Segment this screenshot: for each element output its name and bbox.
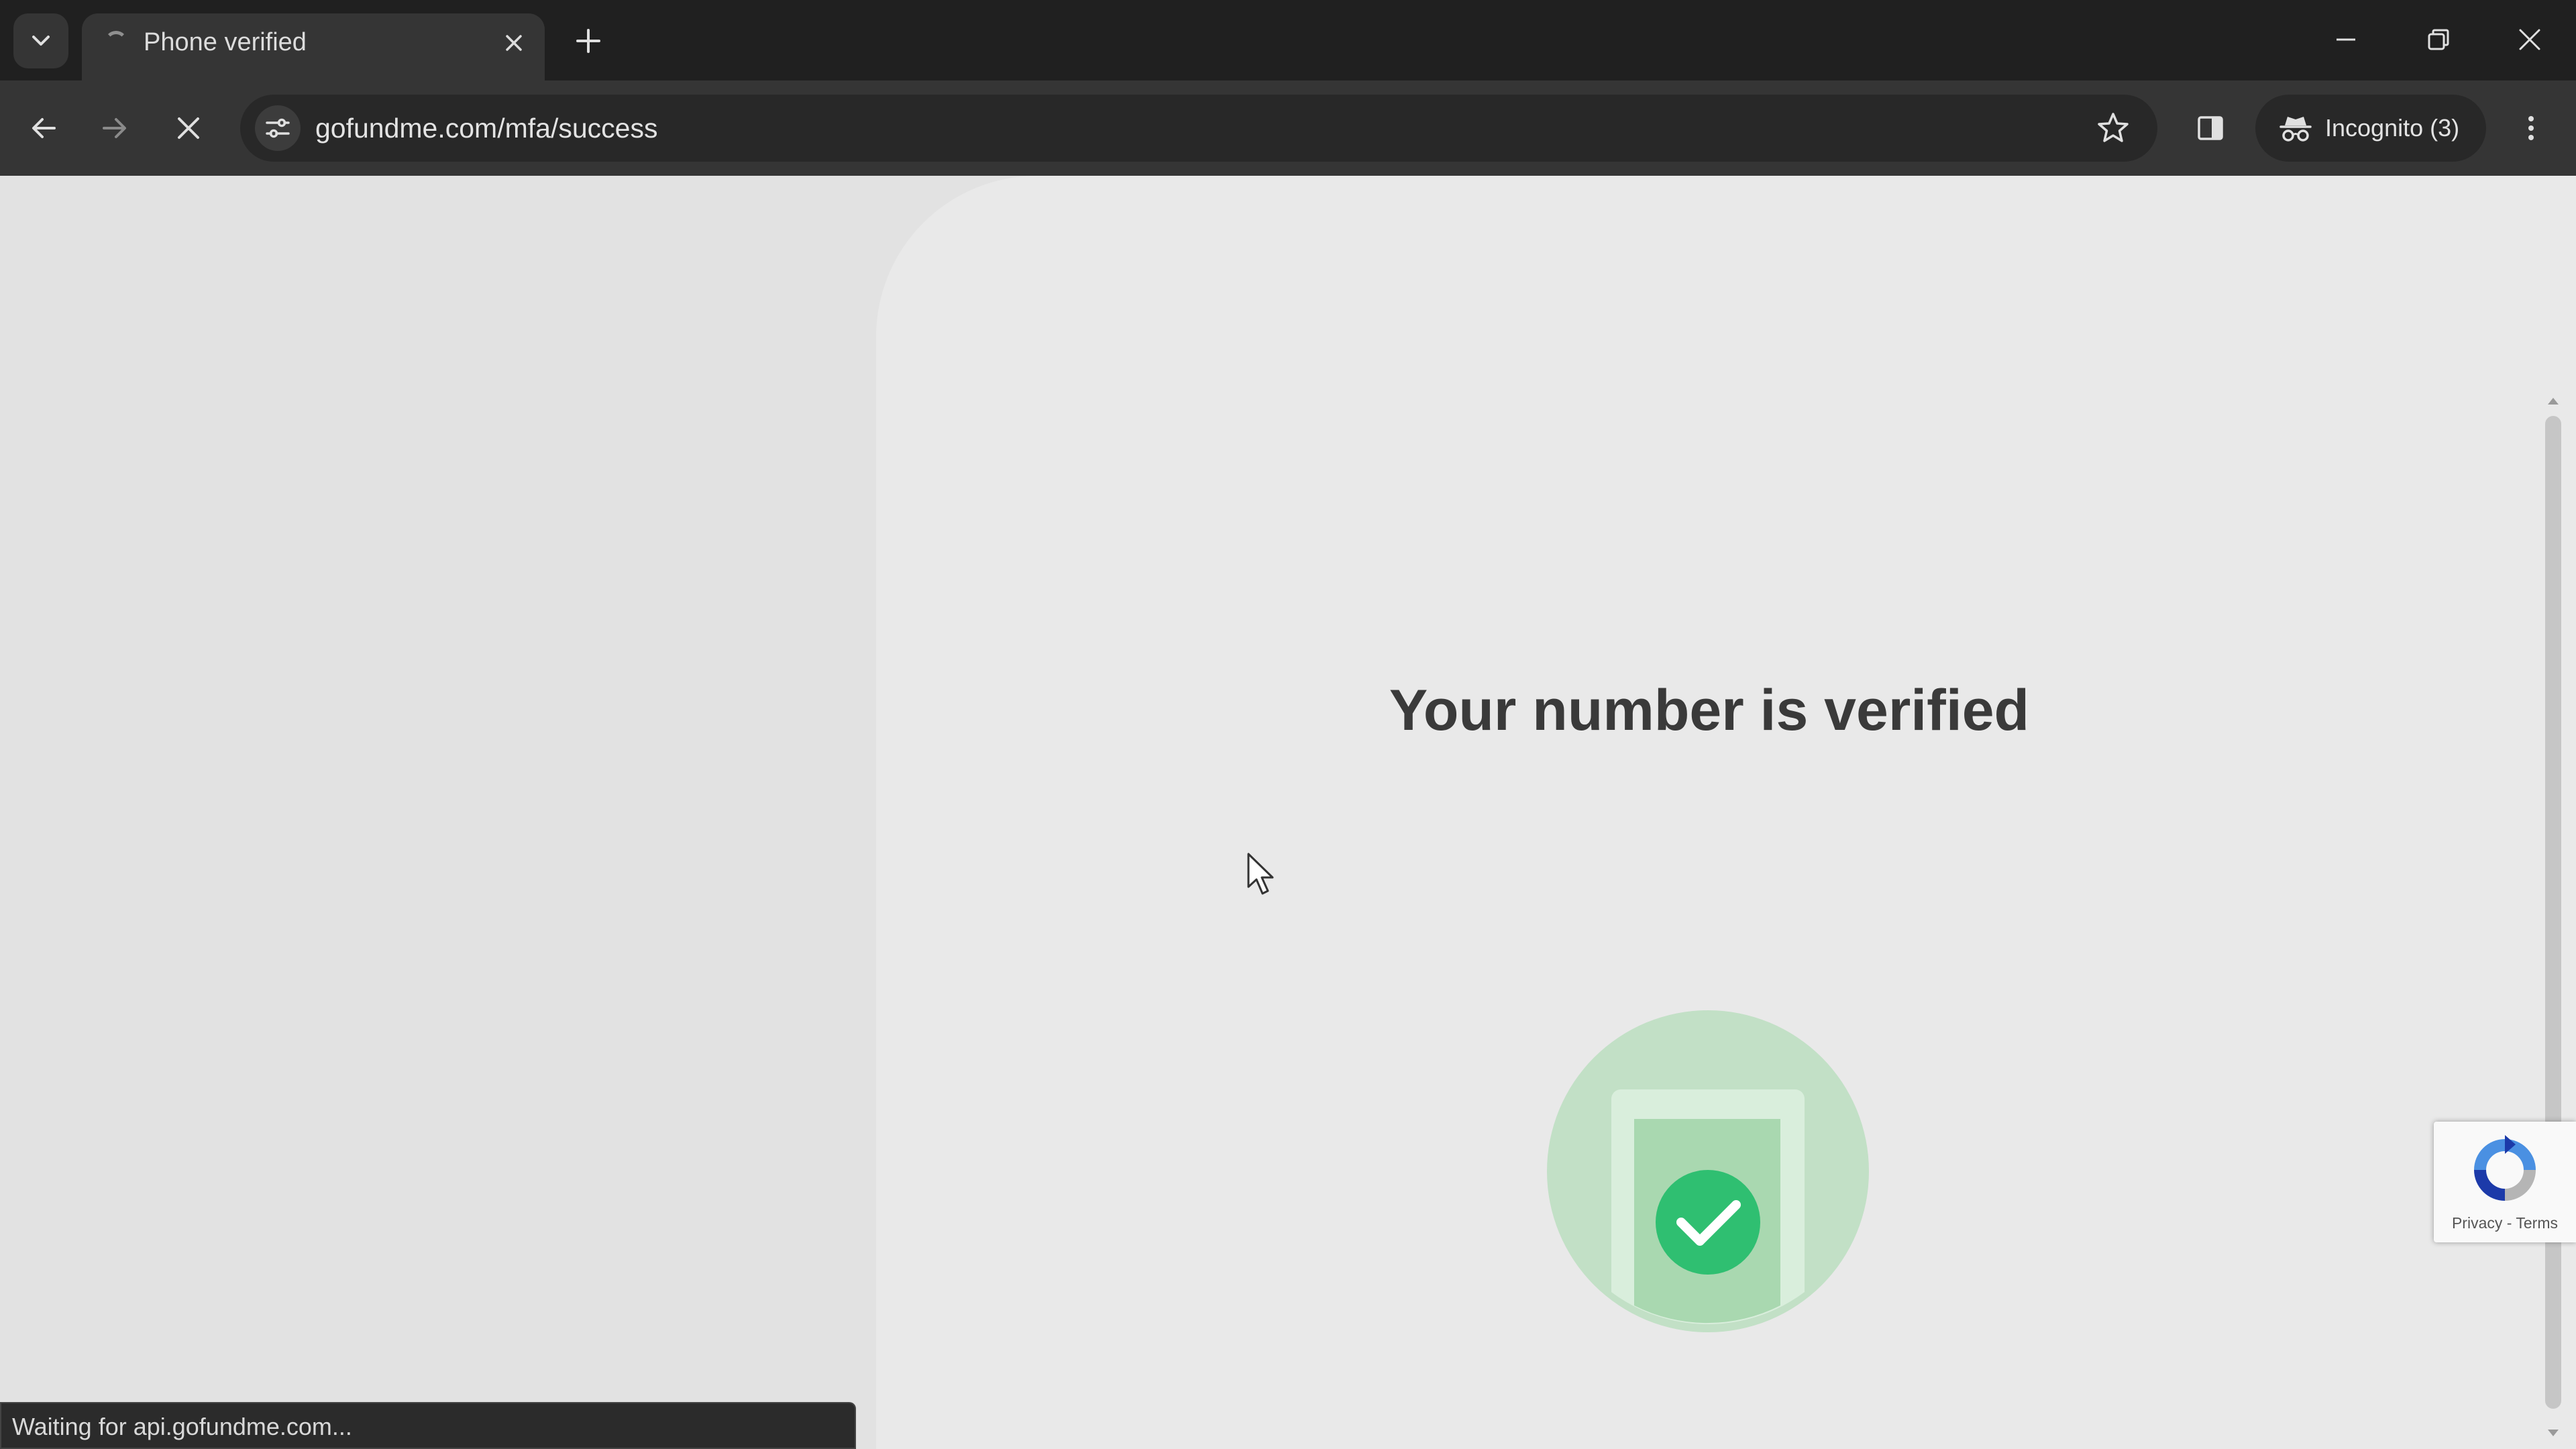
minimize-icon [2337,38,2355,41]
arrow-right-icon [103,118,126,138]
tune-icon [266,118,290,138]
scroll-up-arrow[interactable] [2544,392,2563,411]
url-text[interactable]: gofundme.com/mfa/success [315,113,657,144]
side-panel-icon [2198,116,2223,140]
page-scrollbar[interactable] [2540,201,2567,1409]
address-bar[interactable]: gofundme.com/mfa/success [240,95,2157,162]
stop-loading-button[interactable] [165,105,212,152]
loading-spinner-icon [105,31,127,54]
more-vert-icon [2528,116,2534,140]
side-panel-button[interactable] [2187,105,2234,152]
recaptcha-links[interactable]: Privacy - Terms [2434,1214,2576,1232]
incognito-icon [2279,117,2312,142]
status-text: Waiting for api.gofundme.com... [12,1413,352,1440]
incognito-label: Incognito (3) [2325,114,2460,142]
recaptcha-logo-icon [2474,1135,2536,1201]
tab-active[interactable]: Phone verified [82,13,545,80]
incognito-profile-button[interactable]: Incognito (3) [2255,95,2486,162]
back-button[interactable] [20,105,67,152]
triangle-down-icon [2548,1430,2559,1436]
mouse-cursor-icon [1247,853,1274,895]
close-icon [2519,29,2540,50]
site-info-button[interactable] [255,105,301,151]
bookmark-button[interactable] [2089,104,2137,152]
browser-toolbar: gofundme.com/mfa/success Incognito (3) [0,80,2576,176]
close-icon [506,35,522,51]
phone-verified-illustration [1547,1010,1869,1332]
tab-strip: Phone verified [0,0,2576,80]
minimize-button[interactable] [2322,16,2369,63]
page-title: Your number is verified [1389,678,2030,743]
new-tab-button[interactable] [568,20,609,62]
scroll-down-arrow[interactable] [2544,1424,2563,1442]
arrow-left-icon [32,118,56,138]
tab-title: Phone verified [144,28,307,56]
browser-window: Phone verified gofundme.com/mfa/success … [0,0,2576,1449]
close-window-button[interactable] [2506,16,2553,63]
star-icon [2098,113,2129,142]
forward-button[interactable] [91,105,138,152]
tab-close-button[interactable] [496,25,531,60]
recaptcha-badge[interactable]: Privacy - Terms [2434,1122,2576,1242]
restore-icon [2428,29,2449,50]
web-page: Your number is verified [0,176,2576,1449]
triangle-up-icon [2548,398,2559,405]
chevron-down-icon [32,36,50,46]
status-bubble: Waiting for api.gofundme.com... [0,1402,856,1449]
tab-search-button[interactable] [13,13,68,68]
checkmark-icon [1656,1170,1760,1275]
plus-icon [576,29,600,53]
browser-menu-button[interactable] [2508,105,2555,152]
close-icon [178,117,199,139]
scroll-thumb[interactable] [2545,416,2561,1409]
restore-button[interactable] [2415,16,2462,63]
